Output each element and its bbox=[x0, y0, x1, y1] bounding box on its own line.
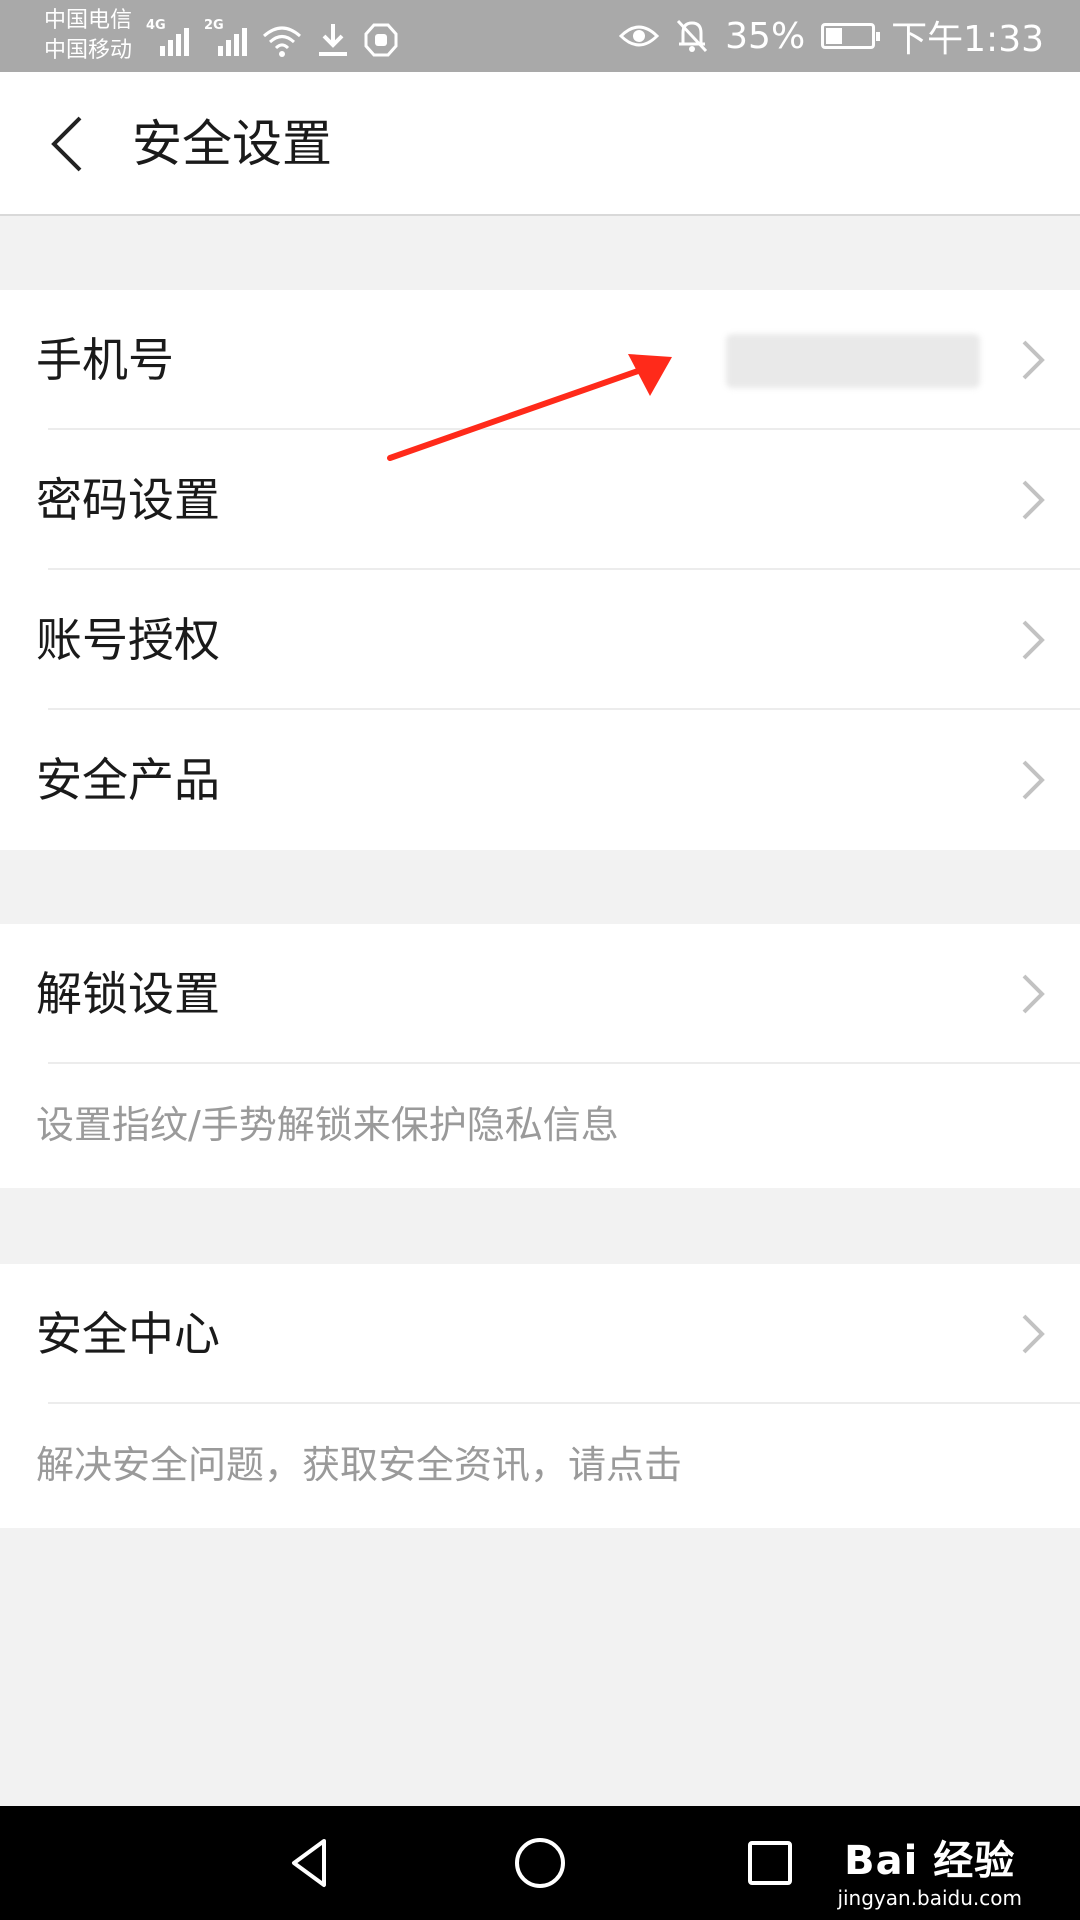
description-text: 设置指纹/手势解锁来保护隐私信息 bbox=[36, 1103, 619, 1147]
chevron-right-icon bbox=[1022, 340, 1045, 380]
row-label: 安全产品 bbox=[36, 753, 220, 807]
signal-4g-icon: 4G bbox=[146, 18, 190, 58]
row-label: 账号授权 bbox=[36, 613, 220, 667]
unlock-settings-description: 设置指纹/手势解锁来保护隐私信息 bbox=[0, 1064, 1080, 1188]
security-center-group: 安全中心 解决安全问题，获取安全资讯，请点击 bbox=[0, 1264, 1080, 1528]
phone-number-redacted bbox=[726, 334, 980, 388]
description-text: 解决安全问题，获取安全资讯，请点击 bbox=[36, 1443, 683, 1487]
download-icon bbox=[319, 24, 347, 56]
unlock-settings-group: 解锁设置 设置指纹/手势解锁来保护隐私信息 bbox=[0, 924, 1080, 1188]
row-security-center[interactable]: 安全中心 bbox=[0, 1264, 1080, 1404]
chevron-right-icon bbox=[1022, 480, 1045, 520]
shield-app-icon bbox=[364, 23, 398, 57]
row-label: 密码设置 bbox=[36, 473, 220, 527]
battery-icon bbox=[821, 23, 881, 49]
row-password-settings[interactable]: 密码设置 bbox=[0, 430, 1080, 570]
status-right: 35% 下午1:33 bbox=[619, 0, 1044, 72]
nav-back-icon[interactable] bbox=[280, 1833, 340, 1893]
account-security-group: 手机号 密码设置 账号授权 安全产品 bbox=[0, 290, 1080, 850]
chevron-right-icon bbox=[1022, 1314, 1045, 1354]
eye-icon bbox=[619, 25, 660, 47]
row-label: 手机号 bbox=[36, 333, 174, 387]
nav-home-icon[interactable] bbox=[510, 1833, 570, 1893]
carrier-info: 中国电信 中国移动 bbox=[44, 6, 132, 66]
app-header: 安全设置 bbox=[0, 72, 1080, 216]
row-label: 安全中心 bbox=[36, 1307, 220, 1361]
security-center-description[interactable]: 解决安全问题，获取安全资讯，请点击 bbox=[0, 1404, 1080, 1528]
row-phone-number[interactable]: 手机号 bbox=[0, 290, 1080, 430]
row-security-products[interactable]: 安全产品 bbox=[0, 710, 1080, 850]
row-account-authorization[interactable]: 账号授权 bbox=[0, 570, 1080, 710]
wifi-icon bbox=[263, 26, 301, 57]
chevron-right-icon bbox=[1022, 760, 1045, 800]
system-nav-bar: Bai 经验 jingyan.baidu.com bbox=[0, 1806, 1080, 1920]
chevron-right-icon bbox=[1022, 974, 1045, 1014]
row-label: 解锁设置 bbox=[36, 967, 220, 1021]
page-title: 安全设置 bbox=[132, 115, 332, 173]
chevron-right-icon bbox=[1022, 620, 1045, 660]
status-bar: 中国电信 中国移动 4G 2G 35% 下午1:33 bbox=[0, 0, 1080, 72]
watermark-url: jingyan.baidu.com bbox=[837, 1886, 1022, 1910]
carrier-2: 中国移动 bbox=[44, 38, 133, 63]
watermark-logo: Bai 经验 bbox=[844, 1838, 1016, 1884]
carrier-1: 中国电信 bbox=[44, 8, 133, 33]
status-left-icons: 4G 2G bbox=[146, 14, 398, 58]
row-unlock-settings[interactable]: 解锁设置 bbox=[0, 924, 1080, 1064]
chevron-left-icon bbox=[51, 116, 82, 172]
nav-recents-icon[interactable] bbox=[740, 1833, 800, 1893]
clock: 下午1:33 bbox=[891, 19, 1044, 60]
signal-2g-icon: 2G bbox=[204, 18, 248, 58]
battery-percent: 35% bbox=[725, 15, 806, 57]
screen: 中国电信 中国移动 4G 2G 35% 下午1:33 安全设置 手机号 密码设置… bbox=[0, 0, 1080, 1920]
back-button[interactable] bbox=[36, 108, 108, 180]
bell-muted-icon bbox=[677, 19, 708, 53]
baidu-jingyan-watermark: Bai 经验 jingyan.baidu.com bbox=[837, 1828, 1022, 1910]
